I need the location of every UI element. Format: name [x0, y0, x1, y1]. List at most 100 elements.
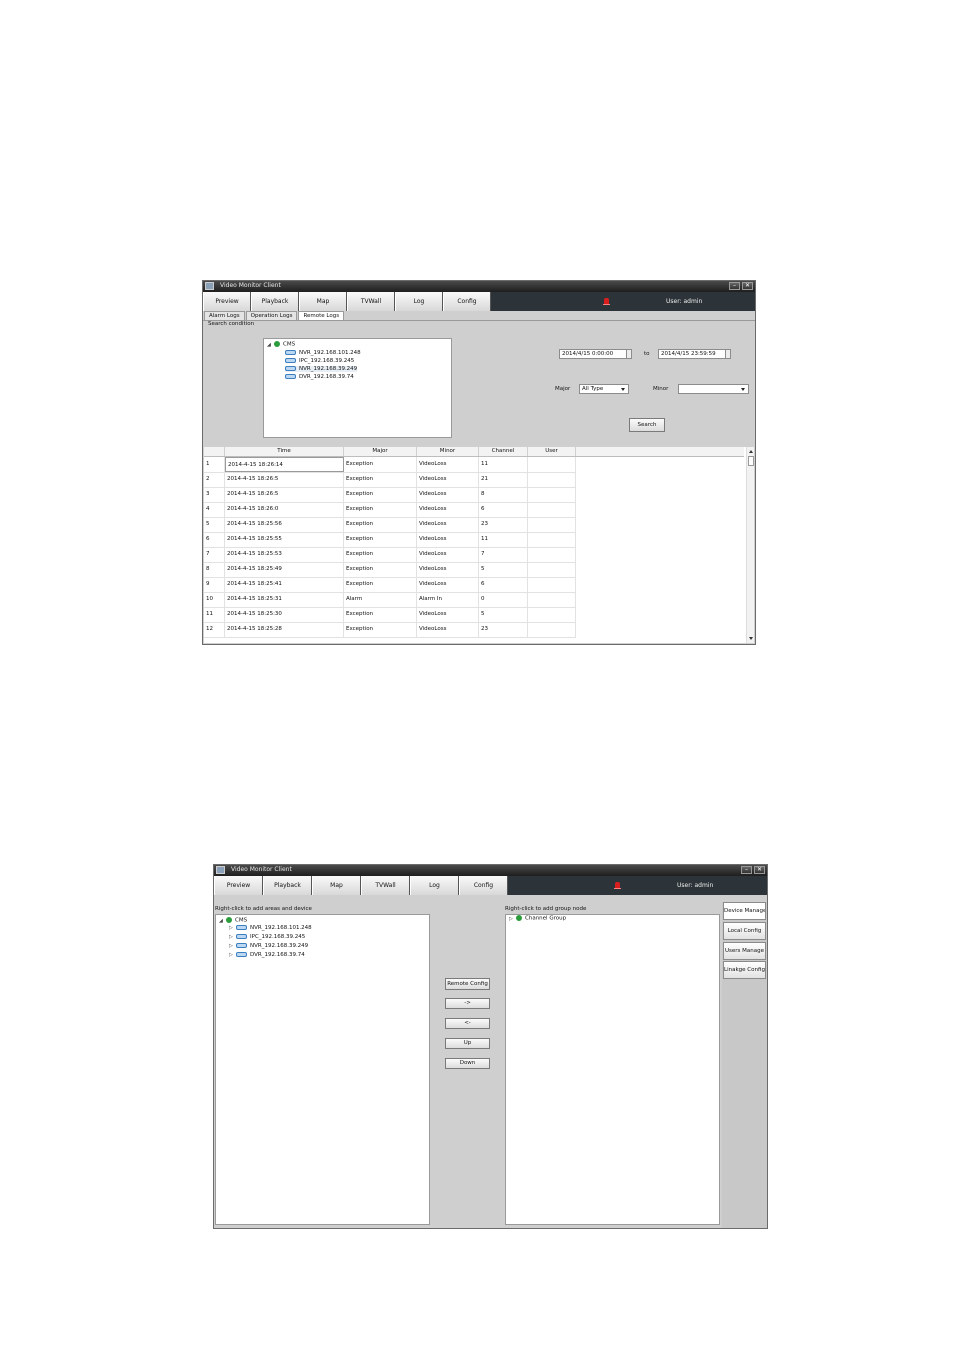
expand-arrow-icon[interactable]: ▷ [509, 916, 516, 922]
row-index: 10 [204, 592, 225, 607]
tab-preview[interactable]: Preview [214, 876, 263, 895]
end-date-field[interactable]: 2014/4/15 23:59:59 [658, 349, 726, 359]
expand-arrow-icon[interactable]: ▷ [229, 943, 236, 949]
table-row[interactable]: 8 2014-4-15 18:25:49 Exception VideoLoss 5 [204, 562, 576, 578]
device-icon [236, 925, 247, 930]
tab-map[interactable]: Map [299, 292, 347, 311]
table-row[interactable]: 3 2014-4-15 18:26:5 Exception VideoLoss 8 [204, 487, 576, 503]
scroll-down-icon[interactable] [749, 637, 753, 640]
table-row[interactable]: 11 2014-4-15 18:25:30 Exception VideoLoss 5 [204, 607, 576, 623]
close-button[interactable]: ✕ [742, 282, 753, 290]
tree-device[interactable]: DVR_192.168.39.74 [285, 374, 354, 380]
tab-playback[interactable]: Playback [263, 876, 312, 895]
tab-operation-logs[interactable]: Operation Logs [245, 311, 298, 320]
major-cell: Exception [344, 517, 417, 532]
tab-remote-logs[interactable]: Remote Logs [298, 311, 345, 320]
major-select-value: All Type [582, 386, 604, 392]
tree-device[interactable]: ▷ DVR_192.168.39.74 [229, 952, 305, 958]
tab-playback[interactable]: Playback [251, 292, 299, 311]
search-button[interactable]: Search [629, 418, 665, 432]
table-row[interactable]: 12 2014-4-15 18:25:28 Exception VideoLoss 23 [204, 622, 576, 638]
channel-cell: 23 [479, 517, 528, 532]
tree-device[interactable]: NVR_192.168.101.248 [285, 350, 361, 356]
tab-tvwall[interactable]: TVWall [347, 292, 395, 311]
scroll-thumb[interactable] [748, 456, 754, 466]
start-date-spinner[interactable] [626, 349, 632, 359]
config-window: Video Monitor Client – ✕ Preview Playbac… [213, 864, 768, 1229]
up-button[interactable]: Up [445, 1038, 490, 1049]
major-cell: Exception [344, 577, 417, 592]
major-cell: Alarm [344, 592, 417, 607]
table-row[interactable]: 7 2014-4-15 18:25:53 Exception VideoLoss 7 [204, 547, 576, 563]
vertical-scrollbar[interactable] [746, 447, 754, 643]
column-header-user[interactable]: User [528, 447, 576, 456]
tree-root[interactable]: ◢ CMS [219, 917, 247, 924]
tree-device[interactable]: ▷ NVR_192.168.101.248 [229, 925, 312, 931]
chevron-down-icon [621, 388, 625, 391]
device-tree[interactable]: ◢ CMS ▷ NVR_192.168.101.248 ▷ IPC_192.168.3… [215, 914, 430, 1225]
tree-root[interactable]: ◢ CMS [267, 341, 295, 348]
start-date-field[interactable]: 2014/4/15 0:00:00 [559, 349, 627, 359]
user-cell [528, 517, 576, 532]
tree-device[interactable]: NVR_192.168.39.249 [285, 366, 358, 372]
time-cell: 2014-4-15 18:26:5 [225, 487, 344, 502]
major-select[interactable]: All Type [579, 384, 629, 394]
collapse-arrow-icon[interactable]: ◢ [219, 918, 226, 924]
channel-group-tree[interactable]: ▷ Channel Group [505, 914, 720, 1225]
table-row[interactable]: 6 2014-4-15 18:25:55 Exception VideoLoss 11 [204, 532, 576, 548]
users-manage-button[interactable]: Users Manage [723, 942, 766, 960]
move-left-button[interactable]: <- [445, 1018, 490, 1029]
column-header-minor[interactable]: Minor [417, 447, 479, 456]
row-index: 9 [204, 577, 225, 592]
scroll-up-icon[interactable] [749, 450, 753, 453]
tab-config[interactable]: Config [443, 292, 491, 311]
tab-log[interactable]: Log [395, 292, 443, 311]
device-tree[interactable]: ◢ CMS NVR_192.168.101.248 IPC_192.168.39.… [263, 338, 452, 438]
channel-group-node[interactable]: ▷ Channel Group [509, 915, 566, 922]
alarm-icon[interactable] [614, 882, 621, 889]
minor-select[interactable] [678, 384, 749, 394]
tab-map[interactable]: Map [312, 876, 361, 895]
tree-device[interactable]: ▷ IPC_192.168.39.245 [229, 934, 305, 940]
tab-alarm-logs[interactable]: Alarm Logs [204, 311, 245, 320]
row-index: 8 [204, 562, 225, 577]
remote-config-button[interactable]: Remote Config [445, 978, 490, 990]
minor-cell: VideoLoss [417, 472, 479, 487]
move-right-button[interactable]: -> [445, 998, 490, 1009]
tab-log[interactable]: Log [410, 876, 459, 895]
row-index: 4 [204, 502, 225, 517]
tab-tvwall[interactable]: TVWall [361, 876, 410, 895]
device-label: NVR_192.168.39.249 [250, 943, 309, 949]
minimize-button[interactable]: – [729, 282, 740, 290]
alarm-icon[interactable] [603, 298, 610, 305]
search-condition-label: Search condition [208, 321, 255, 327]
tab-preview[interactable]: Preview [203, 292, 251, 311]
column-header-channel[interactable]: Channel [479, 447, 528, 456]
minimize-button[interactable]: – [741, 866, 752, 874]
channel-group-label: Channel Group [525, 915, 567, 922]
table-row[interactable]: 5 2014-4-15 18:25:56 Exception VideoLoss 23 [204, 517, 576, 533]
channel-cell: 11 [479, 532, 528, 547]
down-button[interactable]: Down [445, 1058, 490, 1069]
tree-device[interactable]: IPC_192.168.39.245 [285, 358, 354, 364]
close-button[interactable]: ✕ [754, 866, 765, 874]
column-header-time[interactable]: Time [225, 447, 344, 456]
collapse-arrow-icon[interactable]: ◢ [267, 342, 274, 348]
expand-arrow-icon[interactable]: ▷ [229, 934, 236, 940]
linkage-config-button[interactable]: Linakge Config [723, 961, 766, 979]
app-icon [205, 282, 214, 290]
device-manage-button[interactable]: Device Manage [723, 902, 766, 920]
table-row[interactable]: 1 2014-4-15 18:26:14 Exception VideoLoss 11 [204, 457, 576, 473]
table-row[interactable]: 2 2014-4-15 18:26:5 Exception VideoLoss 21 [204, 472, 576, 488]
table-row[interactable]: 4 2014-4-15 18:26:0 Exception VideoLoss 6 [204, 502, 576, 518]
expand-arrow-icon[interactable]: ▷ [229, 952, 236, 958]
tree-device[interactable]: ▷ NVR_192.168.39.249 [229, 943, 308, 949]
local-config-button[interactable]: Local Config [723, 922, 766, 940]
table-row[interactable]: 10 2014-4-15 18:25:31 Alarm Alarm In 0 [204, 592, 576, 608]
expand-arrow-icon[interactable]: ▷ [229, 925, 236, 931]
end-date-spinner[interactable] [725, 349, 731, 359]
table-row[interactable]: 9 2014-4-15 18:25:41 Exception VideoLoss 6 [204, 577, 576, 593]
column-header-major[interactable]: Major [344, 447, 417, 456]
tab-config[interactable]: Config [459, 876, 508, 895]
major-cell: Exception [344, 487, 417, 502]
